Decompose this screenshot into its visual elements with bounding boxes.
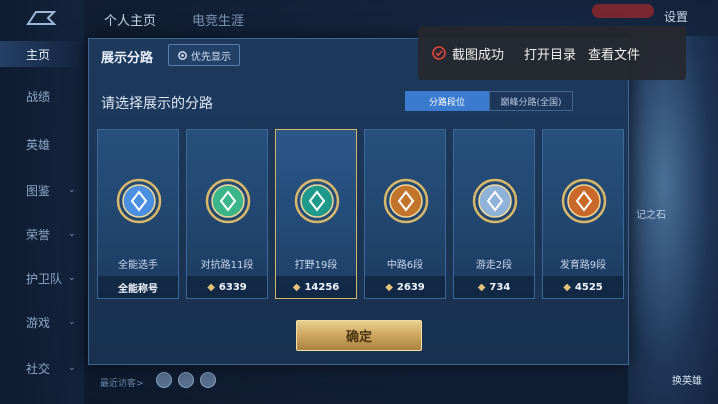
points-icon: ◆ <box>477 281 486 293</box>
sidebar-item[interactable]: 图鉴 ⌄ <box>0 177 84 203</box>
sidebar-item-label: 护卫队 <box>26 271 63 286</box>
sidebar-item[interactable]: 游戏 ⌄ <box>0 309 84 335</box>
visitor-avatar[interactable] <box>200 372 216 388</box>
lane-emblem-icon <box>383 178 429 224</box>
change-hero-button[interactable]: 换英雄 <box>672 372 702 387</box>
lane-card-score-value: 全能称号 <box>118 283 158 295</box>
lane-card-score-value: 734 <box>489 281 511 293</box>
screenshot-toast: 截图成功 打开目录 查看文件 <box>418 26 686 80</box>
dialog-title: 展示分路 <box>101 51 154 66</box>
lane-emblem-icon <box>116 178 162 224</box>
sidebar-item[interactable]: 社交 ⌄ <box>0 355 84 381</box>
priority-display-label: 优先显示 <box>191 51 231 63</box>
sidebar-item-label: 社交 <box>26 361 51 376</box>
chevron-down-icon: ⌄ <box>68 317 76 327</box>
lane-card[interactable]: 发育路9段 ◆ 4525 <box>542 129 624 299</box>
sidebar-item-label: 荣誉 <box>26 227 51 242</box>
lane-card-score-value: 14256 <box>304 281 340 293</box>
sidebar-item[interactable]: 战绩 <box>0 83 84 109</box>
points-icon: ◆ <box>207 281 215 293</box>
lane-emblem-icon <box>205 178 251 224</box>
confirm-button[interactable]: 确定 <box>296 320 422 351</box>
tab-personal-home[interactable]: 个人主页 <box>104 10 156 29</box>
sidebar-item-label: 图鉴 <box>26 183 51 198</box>
gear-icon <box>178 50 187 60</box>
lane-card[interactable]: 对抗路11段 ◆ 6339 <box>186 129 268 299</box>
notice-badge <box>592 4 654 18</box>
lane-emblem-icon <box>294 178 340 224</box>
lane-card-score: ◆ 4525 <box>543 276 623 298</box>
sidebar-item-label: 主页 <box>26 47 51 62</box>
art-label: 记之石 <box>636 210 666 221</box>
select-lane-prompt: 请选择展示的分路 <box>101 96 213 112</box>
sidebar-item[interactable]: 护卫队 ⌄ <box>0 265 84 291</box>
lane-card-score: 全能称号 <box>98 276 178 298</box>
lane-card[interactable]: 全能选手 全能称号 <box>97 129 179 299</box>
lane-card[interactable]: 游走2段 ◆ 734 <box>453 129 535 299</box>
settings-button[interactable]: 设置 <box>664 8 688 25</box>
game-logo-icon[interactable] <box>24 8 58 28</box>
priority-display-button[interactable]: 优先显示 <box>168 44 240 66</box>
lane-card[interactable]: 中路6段 ◆ 2639 <box>364 129 446 299</box>
chevron-down-icon: ⌄ <box>68 273 76 283</box>
sidebar-item-label: 英雄 <box>26 137 51 152</box>
points-icon: ◆ <box>292 281 301 293</box>
tab-esports-career[interactable]: 电竞生涯 <box>192 10 244 29</box>
lane-card-name: 打野19段 <box>294 260 338 271</box>
points-icon: ◆ <box>563 281 571 293</box>
view-file-button[interactable]: 查看文件 <box>588 44 640 63</box>
chevron-down-icon: ⌄ <box>68 229 76 239</box>
recent-visitors-link[interactable]: 最近访客> <box>100 376 144 389</box>
toast-message: 截图成功 <box>452 47 505 63</box>
lane-card-score: ◆ 14256 <box>276 276 356 298</box>
lane-emblem-icon <box>472 178 518 224</box>
sidebar-item[interactable]: 英雄 <box>0 131 84 157</box>
lane-card-name: 中路6段 <box>386 260 424 271</box>
left-sidebar: 主页战绩英雄图鉴 ⌄ 荣誉 ⌄ 护卫队 ⌄ 游戏 ⌄ 社交 ⌄ <box>0 0 84 404</box>
lane-card-score-value: 2639 <box>396 281 425 293</box>
sidebar-item[interactable]: 荣誉 ⌄ <box>0 221 84 247</box>
lane-card-name: 发育路9段 <box>559 260 607 271</box>
lane-card-score-value: 4525 <box>574 281 603 293</box>
chevron-down-icon: ⌄ <box>68 363 76 373</box>
lane-card-name: 游走2段 <box>475 260 513 271</box>
lane-card-list: 全能选手 全能称号 对抗路11段 ◆ 6339 打野19段 ◆ 14256 中路6段 ◆ 2639 游… <box>97 129 624 299</box>
lane-card-name: 对抗路11段 <box>200 260 254 271</box>
lane-card-name: 全能选手 <box>118 260 158 271</box>
lane-display-dialog: 展示分路 优先显示 请选择展示的分路 分路段位 巅峰分路(全国) 全能选手全能称… <box>88 38 629 365</box>
points-icon: ◆ <box>385 281 393 293</box>
lane-card[interactable]: 打野19段 ◆ 14256 <box>275 129 357 299</box>
lane-card-score: ◆ 734 <box>454 276 534 298</box>
sidebar-item[interactable]: 主页 <box>0 41 84 67</box>
lane-emblem-icon <box>561 178 607 224</box>
open-directory-button[interactable]: 打开目录 <box>524 44 576 63</box>
visitor-avatar[interactable] <box>178 372 194 388</box>
sidebar-item-label: 战绩 <box>26 89 51 104</box>
visitor-avatar[interactable] <box>156 372 172 388</box>
chevron-down-icon: ⌄ <box>68 185 76 195</box>
lane-card-score-value: 6339 <box>218 281 247 293</box>
tab-peak-lane-national[interactable]: 巅峰分路(全国) <box>489 91 573 111</box>
lane-card-score: ◆ 2639 <box>365 276 445 298</box>
sidebar-item-label: 游戏 <box>26 315 51 330</box>
check-circle-icon <box>432 46 446 60</box>
tab-lane-rank[interactable]: 分路段位 <box>405 91 489 111</box>
lane-card-score: ◆ 6339 <box>187 276 267 298</box>
